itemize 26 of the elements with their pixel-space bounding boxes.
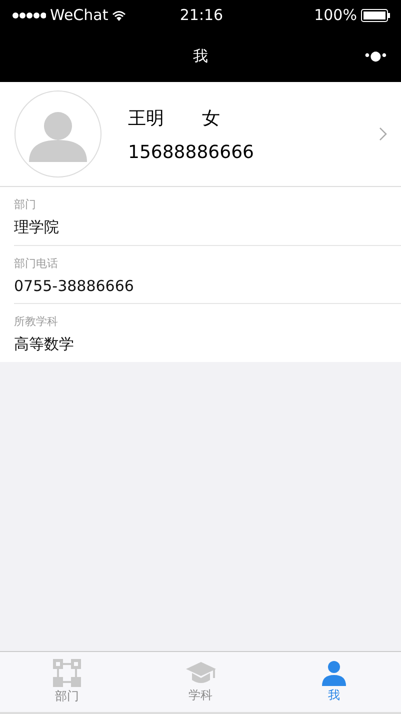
- profile-card[interactable]: 王明 女 15688886666: [0, 82, 401, 187]
- more-menu-button[interactable]: •●•: [363, 48, 387, 64]
- user-name: 王明: [128, 106, 164, 130]
- user-gender: 女: [202, 106, 220, 130]
- carrier-name: WeChat: [50, 6, 108, 24]
- signal-icon: [12, 12, 46, 18]
- field-label: 部门电话: [14, 256, 59, 271]
- field-value: 0755-38886666: [14, 277, 135, 295]
- clock-time: 21:16: [180, 6, 224, 24]
- tab-item[interactable]: 部门: [0, 652, 134, 712]
- wifi-icon: [112, 10, 126, 20]
- graduation-cap-icon: [186, 660, 216, 686]
- person-icon: [321, 660, 348, 686]
- user-phone: 15688886666: [128, 142, 255, 162]
- field-label: 所教学科: [14, 314, 59, 329]
- field-value: 高等数学: [14, 335, 75, 354]
- grid-icon: [52, 659, 81, 687]
- field-value: 理学院: [14, 218, 60, 237]
- chevron-right-icon: [379, 127, 387, 141]
- tab-item[interactable]: 我: [267, 652, 401, 712]
- avatar-icon: [14, 90, 102, 178]
- battery-percent: 100%: [314, 6, 357, 24]
- field-label: 部门: [14, 197, 37, 212]
- page-title: 我: [193, 46, 208, 66]
- tab-item[interactable]: 学科: [134, 652, 268, 712]
- battery-icon: [360, 8, 391, 22]
